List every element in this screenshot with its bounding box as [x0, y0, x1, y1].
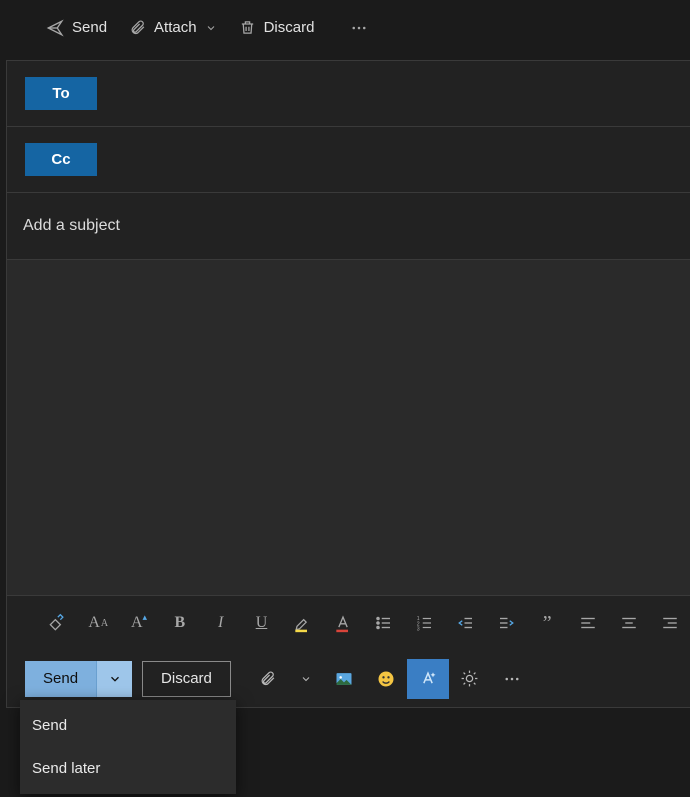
align-left-button[interactable]: [568, 603, 609, 643]
format-painter-icon[interactable]: [37, 603, 78, 643]
font-size-button[interactable]: A▴: [119, 603, 160, 643]
paperclip-icon: [129, 19, 146, 36]
emoji-button[interactable]: [365, 659, 407, 699]
highlight-color-button[interactable]: [282, 603, 323, 643]
message-body[interactable]: [7, 260, 690, 596]
compose-panel: To Cc AA A▴ B I U 123: [6, 60, 690, 708]
attach-label: Attach: [154, 19, 197, 36]
editor-assist-button[interactable]: [407, 659, 449, 699]
align-center-button[interactable]: [608, 603, 649, 643]
subject-input[interactable]: [23, 217, 690, 235]
menu-item-send[interactable]: Send: [20, 704, 236, 747]
bullet-list-button[interactable]: [364, 603, 405, 643]
cc-row: Cc: [7, 127, 690, 193]
compose-top-toolbar: Send Attach Discard: [0, 0, 690, 55]
numbered-list-button[interactable]: 123: [404, 603, 445, 643]
subject-row: [7, 193, 690, 260]
increase-indent-button[interactable]: [486, 603, 527, 643]
format-toolbar: AA A▴ B I U 123 ”: [7, 596, 690, 650]
to-button[interactable]: To: [25, 77, 97, 110]
send-button[interactable]: Send: [38, 15, 115, 41]
align-right-button[interactable]: [649, 603, 690, 643]
discard-main-button[interactable]: Discard: [142, 661, 231, 697]
font-color-button[interactable]: [323, 603, 364, 643]
attach-inline-button[interactable]: [247, 659, 289, 699]
attach-button[interactable]: Attach: [121, 15, 225, 40]
menu-item-send-later[interactable]: Send later: [20, 747, 236, 790]
underline-button[interactable]: U: [241, 603, 282, 643]
attach-caret-button[interactable]: [289, 659, 323, 699]
send-label: Send: [72, 19, 107, 36]
brightness-button[interactable]: [449, 659, 491, 699]
action-icons: [247, 659, 533, 699]
discard-button[interactable]: Discard: [231, 15, 323, 40]
send-options-menu: Send Send later: [20, 700, 236, 794]
italic-button[interactable]: I: [200, 603, 241, 643]
send-main-button[interactable]: Send: [25, 661, 96, 697]
cc-button[interactable]: Cc: [25, 143, 97, 176]
send-split-button: Send: [25, 661, 132, 697]
font-family-button[interactable]: AA: [78, 603, 119, 643]
bold-button[interactable]: B: [159, 603, 200, 643]
compose-action-bar: Send Discard: [7, 650, 690, 707]
svg-text:3: 3: [416, 627, 419, 633]
chevron-down-icon: [205, 22, 217, 34]
ellipsis-icon: [350, 19, 368, 37]
send-options-caret[interactable]: [96, 661, 132, 697]
trash-icon: [239, 19, 256, 36]
discard-label: Discard: [264, 19, 315, 36]
decrease-indent-button[interactable]: [445, 603, 486, 643]
insert-image-button[interactable]: [323, 659, 365, 699]
more-actions-button[interactable]: [342, 15, 376, 41]
send-icon: [46, 19, 64, 37]
more-compose-button[interactable]: [491, 659, 533, 699]
to-row: To: [7, 61, 690, 127]
quote-button[interactable]: ”: [527, 603, 568, 643]
